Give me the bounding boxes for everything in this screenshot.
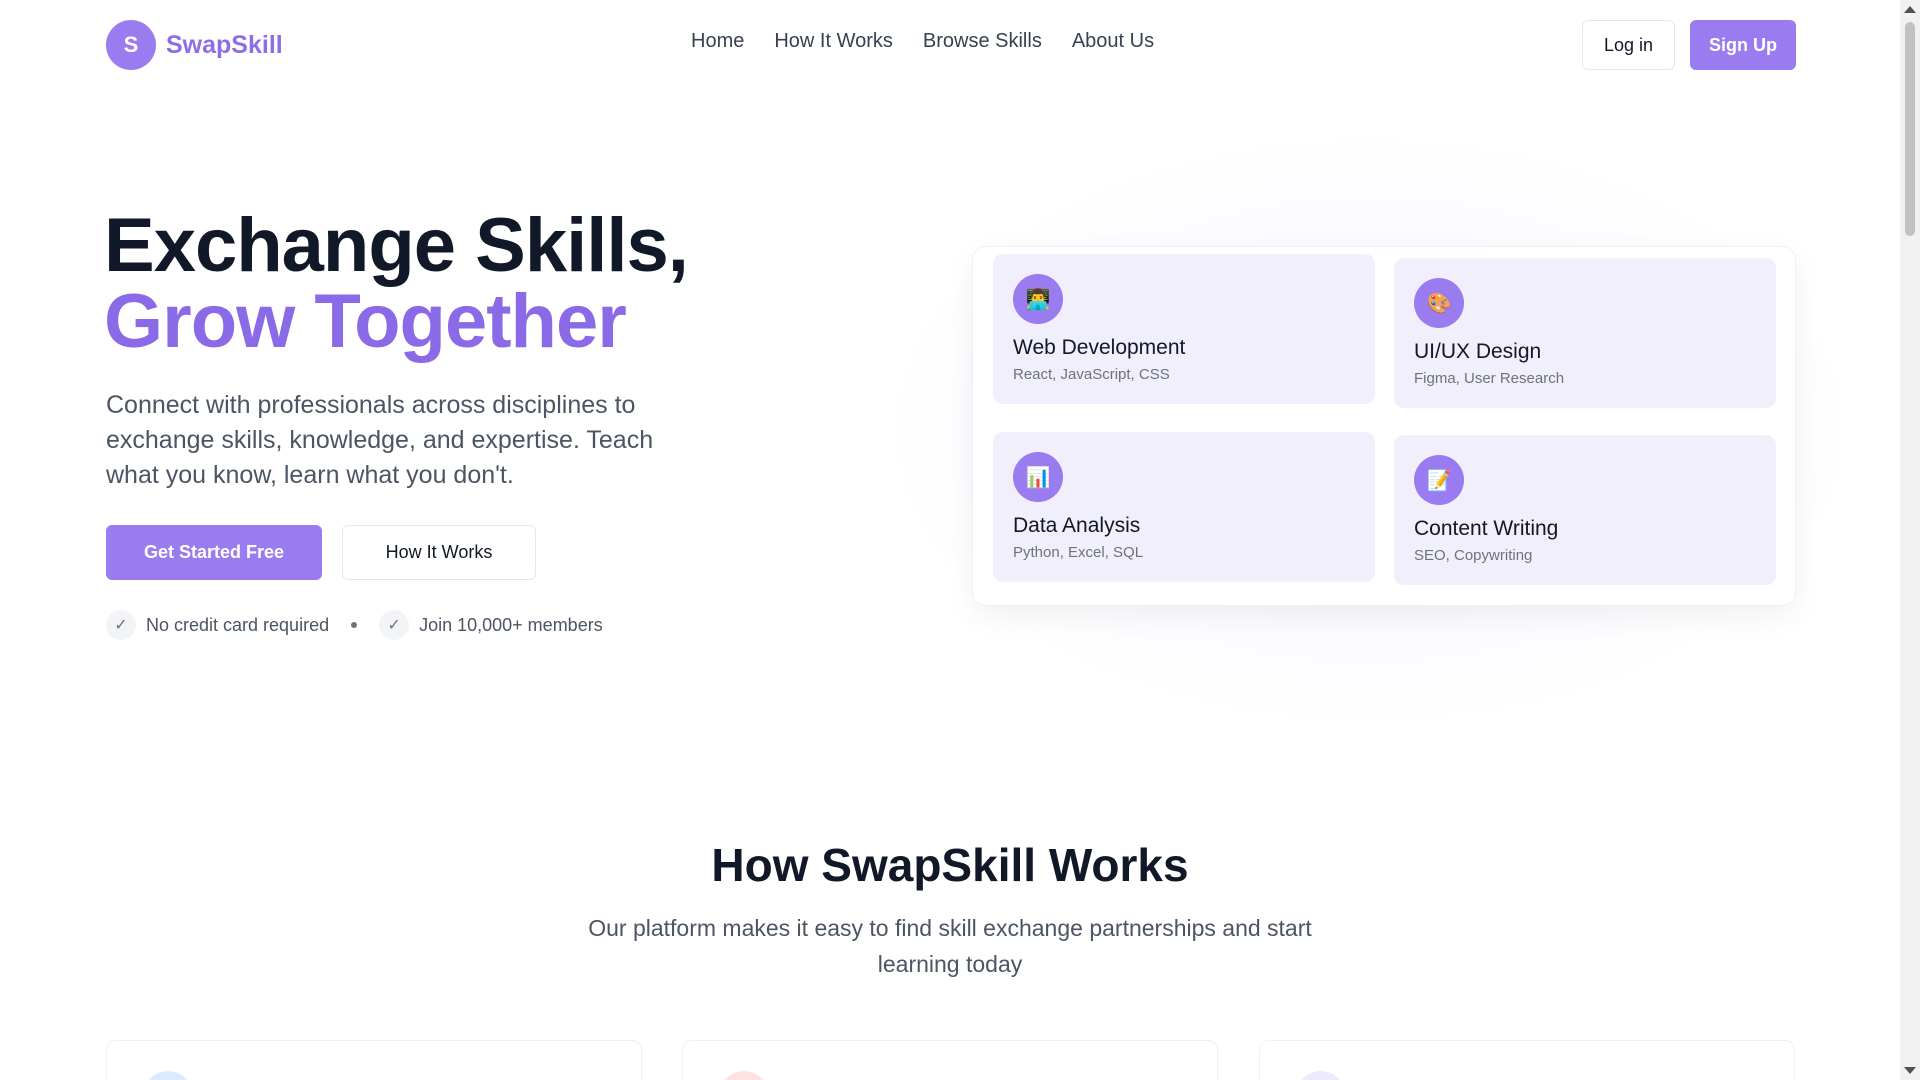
get-started-button[interactable]: Get Started Free [106, 525, 322, 580]
site-header: S SwapSkill Home How It Works Browse Ski… [0, 0, 1900, 90]
skill-card-ui-ux-design[interactable]: 🎨 UI/UX Design Figma, User Research [1394, 258, 1776, 408]
feature-card [682, 1040, 1218, 1080]
perk-members: ✓ Join 10,000+ members [379, 610, 603, 640]
hero-perks: ✓ No credit card required ✓ Join 10,000+… [106, 610, 603, 640]
perk-label: Join 10,000+ members [419, 614, 603, 635]
perk-no-credit-card: ✓ No credit card required [106, 610, 329, 640]
chart-icon: 📊 [1013, 452, 1063, 502]
skill-name: UI/UX Design [1414, 340, 1542, 363]
check-icon: ✓ [379, 610, 410, 640]
skill-card-data-analysis[interactable]: 📊 Data Analysis Python, Excel, SQL [993, 432, 1375, 582]
scroll-down-arrow-icon[interactable] [1904, 1067, 1916, 1074]
nav-how-it-works-link[interactable]: How It Works [774, 30, 893, 53]
login-button[interactable]: Log in [1582, 20, 1675, 70]
skill-name: Data Analysis [1013, 514, 1141, 537]
skill-card-content-writing[interactable]: 📝 Content Writing SEO, Copywriting [1394, 435, 1776, 585]
logo[interactable]: S SwapSkill [106, 20, 283, 70]
scroll-thumb[interactable] [1905, 22, 1915, 236]
feature-icon [719, 1071, 769, 1080]
how-it-works-subtitle: Our platform makes it easy to find skill… [588, 915, 1312, 977]
how-it-works-button[interactable]: How It Works [342, 525, 536, 580]
skill-tags: Python, Excel, SQL [1013, 544, 1144, 561]
skill-name: Web Development [1013, 336, 1186, 359]
skills-panel: 👨‍💻 Web Development React, JavaScript, C… [972, 246, 1796, 606]
skill-name: Content Writing [1414, 517, 1559, 540]
scroll-up-arrow-icon[interactable] [1904, 6, 1916, 13]
main-nav: Home How It Works Browse Skills About Us [691, 30, 1154, 53]
feature-card [106, 1040, 642, 1080]
logo-text: SwapSkill [166, 30, 283, 59]
skill-tags: SEO, Copywriting [1414, 547, 1533, 564]
signup-button[interactable]: Sign Up [1690, 20, 1796, 70]
feature-card [1259, 1040, 1795, 1080]
skill-tags: Figma, User Research [1414, 370, 1565, 387]
skill-card-web-development[interactable]: 👨‍💻 Web Development React, JavaScript, C… [993, 254, 1375, 404]
hero-title-line1: Exchange Skills, [104, 203, 689, 288]
nav-about-us-link[interactable]: About Us [1072, 30, 1154, 53]
check-icon: ✓ [106, 610, 136, 640]
developer-icon: 👨‍💻 [1013, 274, 1063, 324]
how-it-works-title: How SwapSkill Works [711, 839, 1189, 891]
page-scrollbar[interactable] [1900, 0, 1920, 1080]
feature-icon [1296, 1071, 1346, 1080]
separator-dot [351, 622, 358, 628]
hero-title: Exchange Skills, Grow Together [104, 208, 689, 364]
hero-title-line2: Grow Together [104, 279, 627, 364]
nav-browse-skills-link[interactable]: Browse Skills [923, 30, 1042, 53]
hero-description: Connect with professionals across discip… [106, 391, 654, 489]
skill-tags: React, JavaScript, CSS [1013, 366, 1170, 383]
logo-mark: S [106, 20, 156, 70]
palette-icon: 🎨 [1414, 278, 1464, 328]
nav-home-link[interactable]: Home [691, 30, 744, 53]
memo-icon: 📝 [1414, 455, 1464, 505]
feature-icon [143, 1071, 193, 1080]
perk-label: No credit card required [146, 614, 330, 635]
